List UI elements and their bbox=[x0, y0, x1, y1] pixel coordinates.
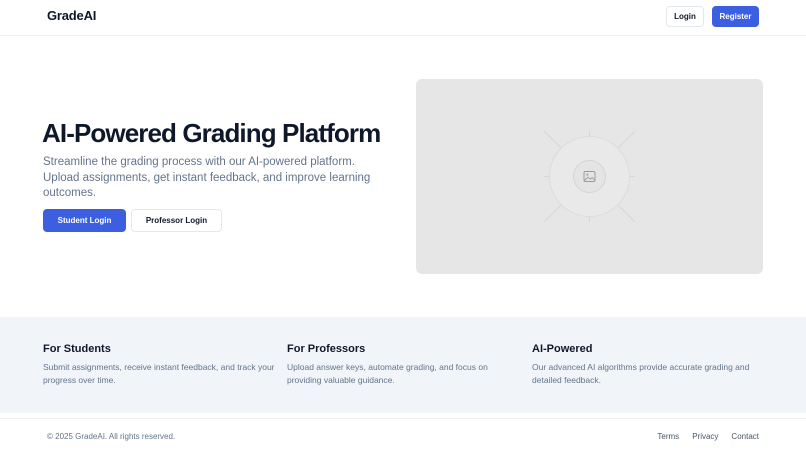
site-footer: © 2025 GradeAI. All rights reserved. Ter… bbox=[0, 418, 806, 454]
feature-professors: For Professors Upload answer keys, autom… bbox=[287, 343, 522, 386]
hero-description: Streamline the grading process with our … bbox=[43, 156, 371, 199]
feature-title: AI-Powered bbox=[532, 343, 593, 355]
features-section: For Students Submit assignments, receive… bbox=[0, 317, 806, 413]
footer-link-contact[interactable]: Contact bbox=[731, 432, 759, 441]
feature-students: For Students Submit assignments, receive… bbox=[43, 343, 278, 386]
professor-login-button[interactable]: Professor Login bbox=[131, 209, 222, 232]
register-button[interactable]: Register bbox=[712, 6, 759, 27]
footer-link-privacy[interactable]: Privacy bbox=[692, 432, 718, 441]
hero-title: AI-Powered Grading Platform bbox=[42, 118, 381, 148]
feature-title: For Students bbox=[43, 343, 111, 355]
footer-link-terms[interactable]: Terms bbox=[657, 432, 679, 441]
hero-image-placeholder bbox=[416, 79, 763, 274]
logo[interactable]: GradeAI bbox=[47, 8, 96, 23]
feature-description: Our advanced AI algorithms provide accur… bbox=[532, 362, 750, 385]
feature-description: Upload answer keys, automate grading, an… bbox=[287, 362, 488, 385]
feature-title: For Professors bbox=[287, 343, 366, 355]
login-button[interactable]: Login bbox=[666, 6, 704, 27]
footer-links: Terms Privacy Contact bbox=[657, 432, 759, 441]
feature-ai-powered: AI-Powered Our advanced AI algorithms pr… bbox=[532, 343, 767, 386]
placeholder-graphic bbox=[543, 130, 636, 223]
feature-description: Submit assignments, receive instant feed… bbox=[43, 362, 275, 385]
site-header: GradeAI Login Register bbox=[0, 0, 806, 36]
copyright-text: © 2025 GradeAI. All rights reserved. bbox=[47, 432, 176, 441]
student-login-button[interactable]: Student Login bbox=[43, 209, 126, 232]
